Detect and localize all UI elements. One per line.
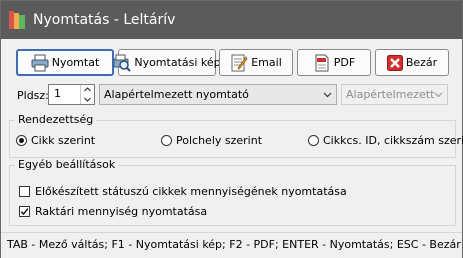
close-button-label: Bezár	[405, 56, 438, 69]
copies-spinner[interactable]: 1	[48, 84, 95, 105]
pdf-icon	[315, 54, 329, 71]
sort-option-label: Cikkcs. ID, cikkszám szerint	[323, 134, 463, 147]
print-preview-button[interactable]: Nyomtatási kép	[113, 49, 221, 76]
app-logo-icon	[9, 11, 25, 29]
tray-select-value: Alapértelmezett	[346, 88, 435, 101]
other-settings-title: Egyéb beállítások	[15, 158, 119, 171]
pdf-button[interactable]: PDF	[297, 49, 371, 76]
printer-select[interactable]: Alapértelmezett nyomtató	[99, 84, 337, 105]
prepared-items-label: Előkészített státuszú cikkek mennyiségén…	[35, 185, 347, 198]
title-bar[interactable]: Nyomtatás - Leltárív	[1, 1, 462, 39]
sort-option-group-id[interactable]: Cikkcs. ID, cikkszám szerint	[308, 134, 463, 147]
email-button-label: Email	[251, 56, 282, 69]
sort-option-item[interactable]: Cikk szerint	[16, 134, 95, 147]
email-icon	[231, 54, 248, 71]
email-button[interactable]: Email	[219, 49, 293, 76]
copies-label: Pldsz:	[17, 89, 49, 102]
print-button[interactable]: Nyomtat	[16, 49, 114, 76]
print-preview-icon	[113, 54, 132, 72]
sort-option-label: Polchely szerint	[176, 134, 263, 147]
window-title: Nyomtatás - Leltárív	[33, 12, 176, 28]
printer-icon	[31, 54, 49, 71]
stock-quantity-checkbox-row[interactable]: Raktári mennyiség nyomtatása	[19, 205, 207, 218]
print-dialog-window: Nyomtatás - Leltárív Nyomtat Nyomtatási …	[0, 0, 463, 258]
pdf-button-label: PDF	[333, 56, 356, 69]
tray-select[interactable]: Alapértelmezett	[341, 84, 448, 105]
spin-up-icon[interactable]	[81, 85, 94, 94]
sort-option-location[interactable]: Polchely szerint	[161, 134, 262, 147]
chevron-down-icon	[434, 92, 443, 98]
radio-button[interactable]	[161, 135, 172, 146]
chevron-down-icon	[323, 92, 332, 98]
sort-option-label: Cikk szerint	[31, 134, 96, 147]
status-bar-text: TAB - Mező váltás; F1 - Nyomtatási kép; …	[7, 238, 461, 251]
radio-button[interactable]	[16, 135, 27, 146]
print-button-label: Nyomtat	[51, 56, 100, 69]
status-bar: TAB - Mező váltás; F1 - Nyomtatási kép; …	[1, 232, 462, 258]
close-icon	[386, 54, 403, 71]
checkmark-icon	[20, 208, 29, 216]
stock-quantity-label: Raktári mennyiség nyomtatása	[35, 205, 208, 218]
checkbox[interactable]	[19, 206, 30, 217]
prepared-items-checkbox-row[interactable]: Előkészített státuszú cikkek mennyiségén…	[19, 185, 347, 198]
spin-down-icon[interactable]	[81, 95, 94, 104]
copies-value: 1	[54, 87, 61, 100]
checkbox[interactable]	[19, 186, 30, 197]
radio-button[interactable]	[308, 135, 319, 146]
sort-group-title: Rendezettség	[15, 113, 97, 126]
printer-select-value: Alapértelmezett nyomtató	[104, 88, 249, 101]
close-button[interactable]: Bezár	[375, 49, 449, 76]
print-preview-button-label: Nyomtatási kép	[134, 56, 221, 69]
